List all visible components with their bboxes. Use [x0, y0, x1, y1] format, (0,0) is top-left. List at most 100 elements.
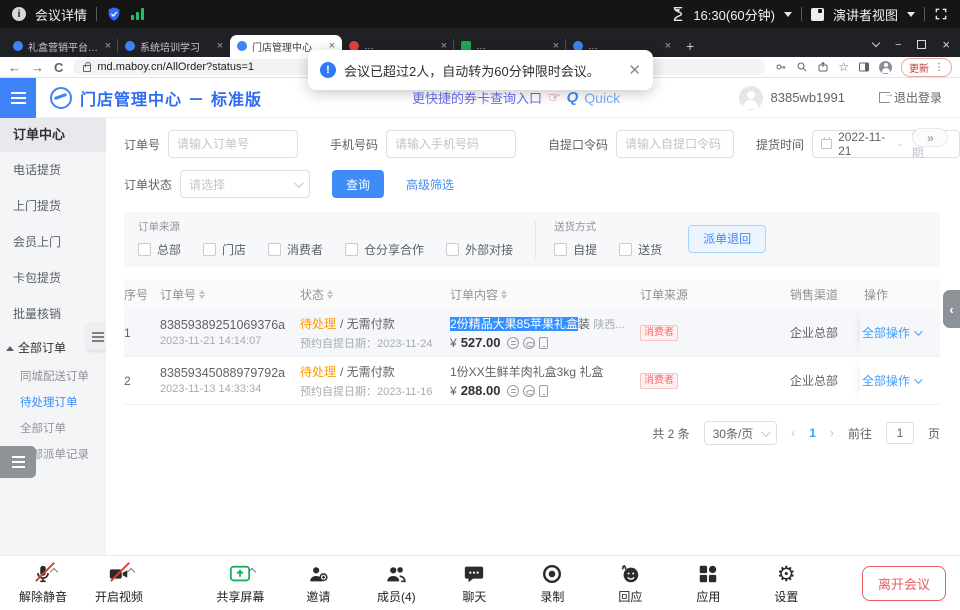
- checkbox-icon[interactable]: [345, 243, 358, 256]
- quick-logo[interactable]: Q: [567, 89, 579, 106]
- dispatch-return-button[interactable]: 派单退回: [688, 225, 766, 253]
- back-icon[interactable]: ←: [8, 61, 21, 74]
- record-button[interactable]: 录制: [523, 561, 581, 605]
- view-dropdown-caret[interactable]: [907, 12, 915, 17]
- checkbox-icon[interactable]: [203, 243, 216, 256]
- collapse-filters-button[interactable]: »: [912, 128, 948, 147]
- sidebar-item-phone-pickup[interactable]: 电话提货: [0, 152, 106, 188]
- quick-entry-link[interactable]: 更快捷的券卡查询入口: [412, 88, 542, 107]
- settings-button[interactable]: ⚙ 设置: [757, 561, 815, 605]
- quick-label[interactable]: Quick: [584, 90, 620, 106]
- browser-update-button[interactable]: 更新 ⋮: [901, 58, 952, 77]
- sort-icon[interactable]: [501, 290, 507, 299]
- checkbox-icon[interactable]: [138, 243, 151, 256]
- gift-icon[interactable]: [523, 337, 535, 349]
- header-content[interactable]: 订单内容: [450, 286, 640, 303]
- window-restore-icon[interactable]: [917, 40, 926, 49]
- meeting-timer[interactable]: 16:30(60分钟): [693, 5, 775, 24]
- checkbox-store[interactable]: 门店: [203, 241, 246, 258]
- sort-icon[interactable]: [199, 290, 205, 299]
- goto-page-input[interactable]: [886, 422, 914, 444]
- checkbox-icon[interactable]: [446, 243, 459, 256]
- checkbox-icon[interactable]: [619, 243, 632, 256]
- sidebar-section-order-center[interactable]: 订单中心: [0, 118, 106, 152]
- meeting-details-label[interactable]: 会议详情: [35, 5, 87, 24]
- bookmark-star-icon[interactable]: ☆: [838, 60, 849, 74]
- share-screen-button[interactable]: 共享屏幕: [211, 561, 269, 605]
- view-mode-label[interactable]: 演讲者视图: [833, 5, 898, 24]
- zoom-icon[interactable]: [796, 61, 808, 73]
- pickup-code-input[interactable]: [616, 130, 734, 158]
- checkbox-icon[interactable]: [554, 243, 567, 256]
- expand-panel-handle[interactable]: ‹: [943, 290, 960, 328]
- start-date-value[interactable]: 2022-11-21: [838, 130, 888, 158]
- checkbox-icon[interactable]: [268, 243, 281, 256]
- table-row[interactable]: 1 83859389251069376a 2023-11-21 14:14:07…: [124, 309, 940, 357]
- checkbox-hq[interactable]: 总部: [138, 241, 181, 258]
- phone-icon[interactable]: [539, 385, 548, 397]
- new-tab-button[interactable]: +: [686, 38, 694, 54]
- checkbox-delivery[interactable]: 送货: [619, 241, 662, 258]
- fullscreen-icon[interactable]: [934, 7, 948, 21]
- unmute-button[interactable]: 解除静音: [14, 561, 72, 605]
- invite-button[interactable]: 邀请: [289, 561, 347, 605]
- window-close-icon[interactable]: ×: [942, 37, 950, 52]
- sidebar-subitem-all-orders[interactable]: 全部订单: [0, 416, 106, 442]
- sidebar-item-card-pickup[interactable]: 卡包提货: [0, 260, 106, 296]
- meeting-info-icon[interactable]: i: [12, 7, 26, 21]
- forward-icon[interactable]: →: [31, 61, 44, 74]
- note-icon[interactable]: [507, 337, 519, 349]
- header-status[interactable]: 状态: [300, 286, 450, 303]
- window-menu-icon[interactable]: [872, 39, 880, 47]
- page-size-select[interactable]: 30条/页: [704, 421, 778, 445]
- side-panel-icon[interactable]: [858, 61, 870, 73]
- checkbox-consumer[interactable]: 消费者: [268, 241, 323, 258]
- user-avatar[interactable]: [739, 86, 763, 110]
- hamburger-menu-button[interactable]: [0, 78, 36, 118]
- gift-icon[interactable]: [523, 385, 535, 397]
- browser-tab[interactable]: 系统培训学习 ×: [118, 35, 230, 57]
- toast-close-icon[interactable]: ✕: [628, 61, 641, 79]
- phone-icon[interactable]: [539, 337, 548, 349]
- logout-button[interactable]: 退出登录: [879, 89, 942, 106]
- order-status-select[interactable]: 请选择: [180, 170, 310, 198]
- sidebar-bottom-menu-button[interactable]: [0, 446, 36, 478]
- share-icon[interactable]: [817, 61, 829, 73]
- password-key-icon[interactable]: [775, 61, 787, 73]
- apps-button[interactable]: 应用: [679, 561, 737, 605]
- order-no-input[interactable]: [168, 130, 298, 158]
- leave-meeting-button[interactable]: 离开会议: [862, 566, 946, 601]
- all-actions-dropdown[interactable]: 全部操作: [862, 372, 920, 389]
- browser-menu-icon[interactable]: ⋮: [934, 62, 944, 73]
- table-row[interactable]: 2 83859345088979792a 2023-11-13 14:33:34…: [124, 357, 940, 405]
- tab-close-icon[interactable]: ×: [105, 40, 111, 52]
- prev-page-button[interactable]: ‹: [791, 426, 795, 440]
- checkbox-warehouse-share[interactable]: 仓分享合作: [345, 241, 424, 258]
- timer-dropdown-caret[interactable]: [784, 12, 792, 17]
- reactions-button[interactable]: 回应: [601, 561, 659, 605]
- window-minimize-icon[interactable]: −: [895, 39, 901, 51]
- tab-close-icon[interactable]: ×: [217, 40, 223, 52]
- browser-profile-avatar[interactable]: [879, 61, 892, 74]
- all-actions-dropdown[interactable]: 全部操作: [862, 324, 920, 341]
- current-page[interactable]: 1: [809, 426, 816, 440]
- start-video-button[interactable]: 开启视频: [90, 561, 148, 605]
- chat-button[interactable]: 聊天: [445, 561, 503, 605]
- sidebar-subitem-city-delivery[interactable]: 同城配送订单: [0, 364, 106, 390]
- sidebar-item-door-pickup[interactable]: 上门提货: [0, 188, 106, 224]
- reload-icon[interactable]: C: [54, 61, 63, 74]
- checkbox-self-pickup[interactable]: 自提: [554, 241, 597, 258]
- note-icon[interactable]: [507, 385, 519, 397]
- tab-close-icon[interactable]: ×: [665, 40, 671, 52]
- sidebar-item-member-visit[interactable]: 会员上门: [0, 224, 106, 260]
- phone-input[interactable]: [386, 130, 516, 158]
- members-button[interactable]: 成员(4): [367, 561, 425, 605]
- checkbox-external[interactable]: 外部对接: [446, 241, 513, 258]
- advanced-filter-link[interactable]: 高级筛选: [406, 176, 454, 193]
- search-button[interactable]: 查询: [332, 170, 384, 198]
- sidebar-subitem-pending-orders[interactable]: 待处理订单: [0, 390, 106, 416]
- next-page-button[interactable]: ›: [830, 426, 834, 440]
- sort-icon[interactable]: [327, 290, 333, 299]
- browser-tab[interactable]: 礼盒营销平台管理中心 ×: [6, 35, 118, 57]
- header-order-no[interactable]: 订单号: [160, 286, 300, 303]
